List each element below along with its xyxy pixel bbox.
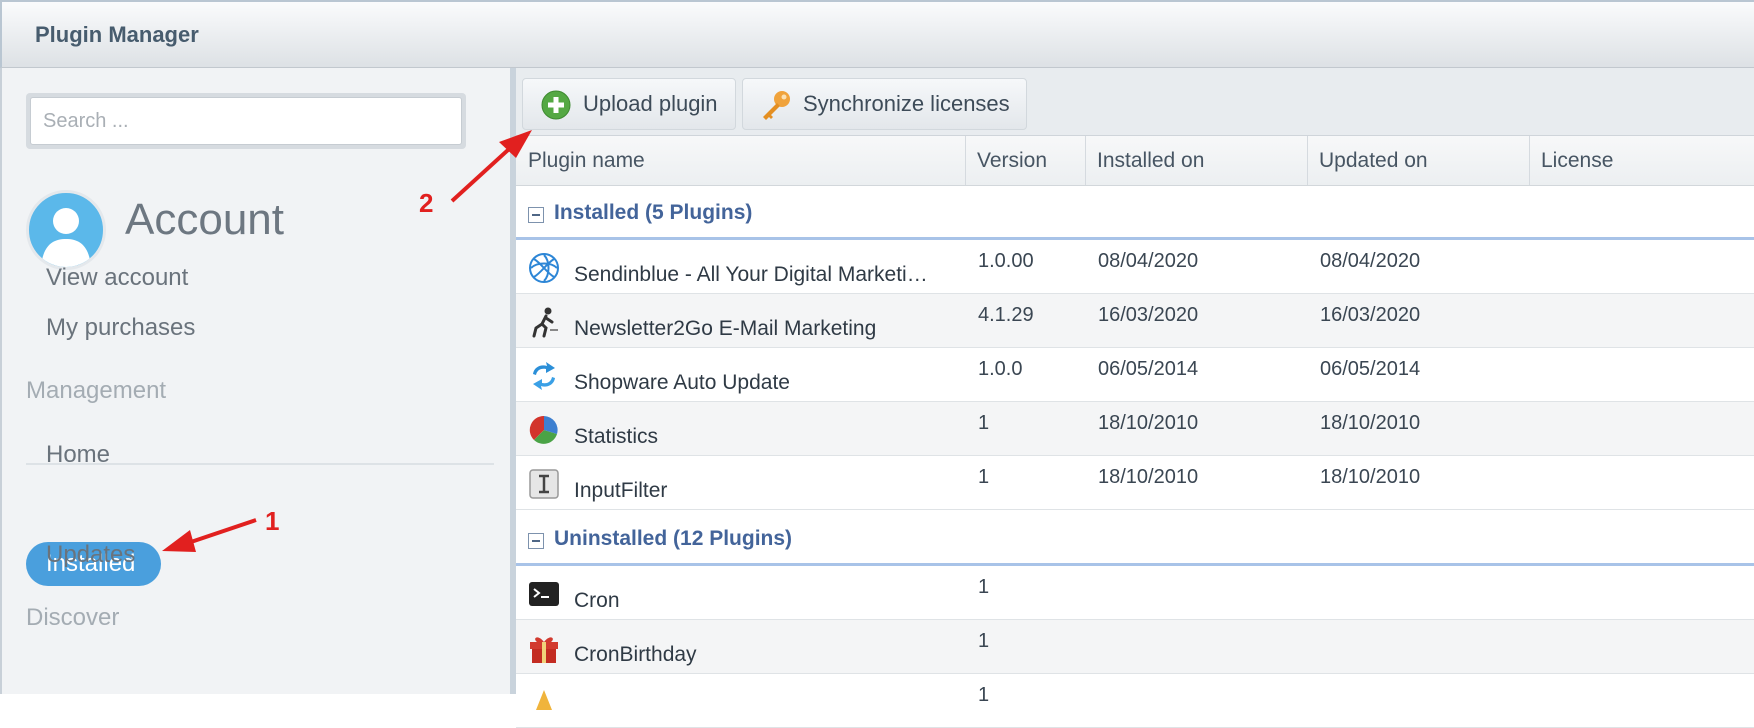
sidebar-item-home[interactable]: Home: [46, 441, 110, 469]
plugin-updated-on: 06/05/2014: [1320, 358, 1421, 380]
column-header-installed-on[interactable]: Installed on: [1085, 136, 1307, 185]
synchronize-licenses-button[interactable]: Synchronize licenses: [742, 78, 1027, 130]
table-row[interactable]: Cron 1: [516, 566, 1754, 620]
avatar: [26, 190, 106, 270]
plugin-name: Sendinblue - All Your Digital Marketi…: [574, 263, 928, 286]
plugin-installed-on: 16/03/2020: [1098, 304, 1199, 326]
account-title: Account: [125, 195, 284, 244]
collapse-icon[interactable]: [528, 207, 544, 223]
plugin-installed-on: 08/04/2020: [1098, 250, 1199, 272]
plugin-version: 1.0.0: [978, 358, 1023, 380]
plugin-updated-on: 16/03/2020: [1320, 304, 1421, 326]
plugin-installed-on: 18/10/2010: [1098, 466, 1199, 488]
user-icon: [41, 208, 91, 267]
group-header-installed[interactable]: Installed (5 Plugins): [516, 186, 1754, 240]
plugin-version: 4.1.29: [978, 304, 1034, 326]
plugin-installed-on: 06/05/2014: [1098, 358, 1199, 380]
collapse-icon[interactable]: [528, 533, 544, 549]
sidebar-item-my-purchases[interactable]: My purchases: [46, 314, 195, 342]
partial-icon: [536, 690, 552, 710]
search-box: [26, 93, 466, 149]
section-heading-management: Management: [26, 377, 167, 404]
add-icon: [541, 90, 571, 120]
sendinblue-icon: [529, 253, 559, 283]
plugin-version: 1: [978, 412, 990, 434]
toolbar: Upload plugin Synchronize licenses: [516, 68, 1754, 136]
group-label: Installed (5 Plugins): [554, 201, 753, 224]
column-header-version[interactable]: Version: [965, 136, 1085, 185]
plugin-name: Statistics: [574, 425, 659, 448]
plugin-name: Cron: [574, 589, 620, 612]
table-row[interactable]: Sendinblue - All Your Digital Marketi… 1…: [516, 240, 1754, 294]
plugin-version: 1: [978, 576, 990, 598]
window-titlebar[interactable]: Plugin Manager: [0, 0, 1754, 68]
newsletter2go-icon: [532, 307, 558, 338]
plugin-version: 1: [978, 630, 990, 652]
sidebar: Account View account My purchases Manage…: [0, 68, 510, 694]
plugin-updated-on: 18/10/2010: [1320, 412, 1421, 434]
plugin-name: Shopware Auto Update: [574, 371, 790, 394]
table-row[interactable]: Newsletter2Go E-Mail Marketing 4.1.29 16…: [516, 294, 1754, 348]
plugin-name: CronBirthday: [574, 643, 697, 666]
synchronize-licenses-label: Synchronize licenses: [803, 91, 1010, 116]
column-header-plugin-name[interactable]: Plugin name: [516, 136, 965, 185]
sidebar-item-updates[interactable]: Updates: [46, 541, 135, 569]
plugin-version: 1: [978, 466, 990, 488]
gift-icon: [530, 637, 558, 663]
grid-header: Plugin name Version Installed on Updated…: [516, 136, 1754, 186]
window-title: Plugin Manager: [35, 22, 199, 47]
group-label: Uninstalled (12 Plugins): [554, 527, 793, 550]
input-filter-icon: [529, 469, 559, 499]
table-row[interactable]: Shopware Auto Update 1.0.0 06/05/2014 06…: [516, 348, 1754, 402]
plugin-name: Newsletter2Go E-Mail Marketing: [574, 317, 877, 340]
table-row[interactable]: InputFilter 1 18/10/2010 18/10/2010: [516, 456, 1754, 510]
plugin-manager-window: Plugin Manager Account View account My p…: [0, 0, 1754, 728]
plugin-version: 1: [978, 684, 990, 706]
table-row[interactable]: Statistics 1 18/10/2010 18/10/2010: [516, 402, 1754, 456]
plugin-updated-on: 18/10/2010: [1320, 466, 1421, 488]
annotation-label-2: 2: [419, 188, 434, 218]
search-input[interactable]: [30, 97, 462, 145]
plugin-installed-on: 18/10/2010: [1098, 412, 1199, 434]
statistics-icon: [529, 415, 558, 444]
auto-update-icon: [533, 362, 555, 390]
plugin-version: 1.0.00: [978, 250, 1034, 272]
key-icon: [763, 91, 790, 120]
annotation-label-1: 1: [265, 506, 280, 536]
table-row[interactable]: 1: [516, 674, 1754, 728]
upload-plugin-label: Upload plugin: [583, 91, 718, 116]
group-header-uninstalled[interactable]: Uninstalled (12 Plugins): [516, 512, 1754, 566]
table-row[interactable]: CronBirthday 1: [516, 620, 1754, 674]
column-header-updated-on[interactable]: Updated on: [1307, 136, 1529, 185]
sidebar-item-view-account[interactable]: View account: [46, 264, 188, 292]
main-panel: Upload plugin Synchronize licenses Plugi…: [516, 68, 1754, 728]
section-heading-discover: Discover: [26, 604, 120, 631]
column-header-license[interactable]: License: [1529, 136, 1754, 185]
plugin-name: InputFilter: [574, 479, 668, 502]
plugin-updated-on: 08/04/2020: [1320, 250, 1421, 272]
upload-plugin-button[interactable]: Upload plugin: [522, 78, 736, 130]
terminal-icon: [529, 582, 559, 606]
